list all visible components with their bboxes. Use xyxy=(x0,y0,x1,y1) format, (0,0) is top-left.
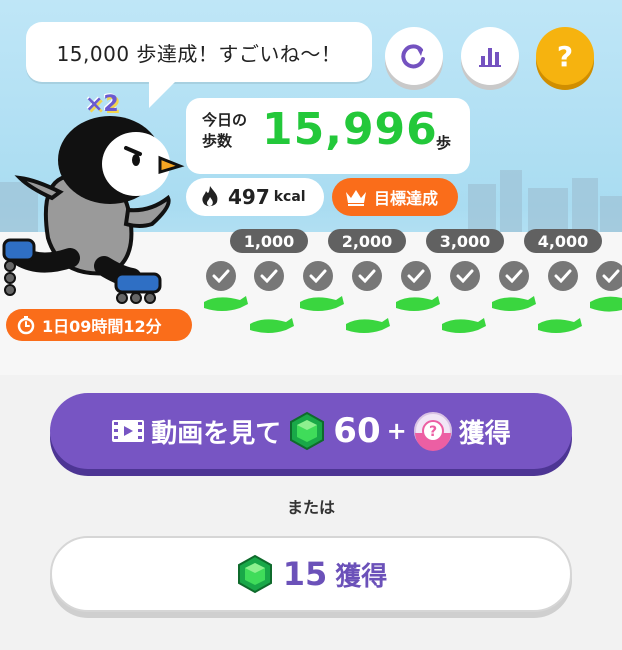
footprints-trail xyxy=(204,296,622,333)
svg-text:?: ? xyxy=(429,424,437,440)
video-reward-amount: 60 xyxy=(333,411,381,451)
check-icon xyxy=(303,261,333,291)
flame-icon xyxy=(202,186,218,207)
goal-label: 目標達成 xyxy=(374,189,439,208)
check-icon xyxy=(254,261,284,291)
crown-icon xyxy=(346,190,366,206)
gem-reward-amount: 15 xyxy=(282,555,328,593)
stopwatch-icon xyxy=(17,316,35,335)
calories-value: 497 xyxy=(228,185,270,209)
video-reward-get: 獲得 xyxy=(458,418,511,449)
bar-chart-icon xyxy=(479,48,501,67)
video-icon xyxy=(112,420,145,442)
or-separator: または xyxy=(286,498,335,517)
steps-card: 今日の歩数 15,996 歩 xyxy=(186,98,470,174)
steps-label: 今日の歩数 xyxy=(202,111,248,150)
timer-badge: 1日09時間12分 xyxy=(6,309,192,341)
multiplier-badge: ×2 xyxy=(85,92,119,117)
milestone-label: 1,000 xyxy=(230,229,308,253)
check-icon xyxy=(596,261,622,291)
milestone-label: 4,000 xyxy=(524,229,602,253)
help-icon: ? xyxy=(556,39,574,73)
gem-reward-get: 獲得 xyxy=(335,561,388,592)
check-icon xyxy=(352,261,382,291)
speech-text: 15,000 歩達成！すごいね〜！ xyxy=(56,41,342,66)
calories-unit: kcal xyxy=(273,189,306,205)
green-gem-icon xyxy=(290,411,325,451)
timer-text: 1日09時間12分 xyxy=(42,317,162,336)
watch-video-reward-button[interactable]: 動画を見て 60 + ? 獲得 xyxy=(50,393,572,469)
check-icon xyxy=(499,261,529,291)
mystery-capsule-icon: ? xyxy=(413,412,452,451)
check-icon xyxy=(401,261,431,291)
video-reward-plus: + xyxy=(386,417,407,445)
steps-unit: 歩 xyxy=(436,134,452,152)
speech-bubble: 15,000 歩達成！すごいね〜！ xyxy=(26,22,372,82)
video-reward-label: 動画を見て xyxy=(151,418,282,449)
help-button[interactable]: ? xyxy=(536,27,594,85)
goal-achieved-badge: 目標達成 xyxy=(332,178,458,216)
speech-bubble-tail xyxy=(143,80,177,108)
claim-gems-button[interactable]: 15 獲得 xyxy=(50,536,572,612)
check-icon xyxy=(206,261,236,291)
penguin-skater-icon xyxy=(2,116,185,304)
check-icon xyxy=(450,261,480,291)
green-gem-icon xyxy=(237,554,272,594)
refresh-icon xyxy=(401,44,425,69)
milestone-label: 3,000 xyxy=(426,229,504,253)
milestone-label: 2,000 xyxy=(328,229,406,253)
check-icon xyxy=(548,261,578,291)
refresh-button[interactable] xyxy=(385,27,443,85)
steps-value: 15,996 xyxy=(262,104,438,155)
stats-button[interactable] xyxy=(461,27,519,85)
calories-pill: 497 kcal xyxy=(186,178,324,216)
